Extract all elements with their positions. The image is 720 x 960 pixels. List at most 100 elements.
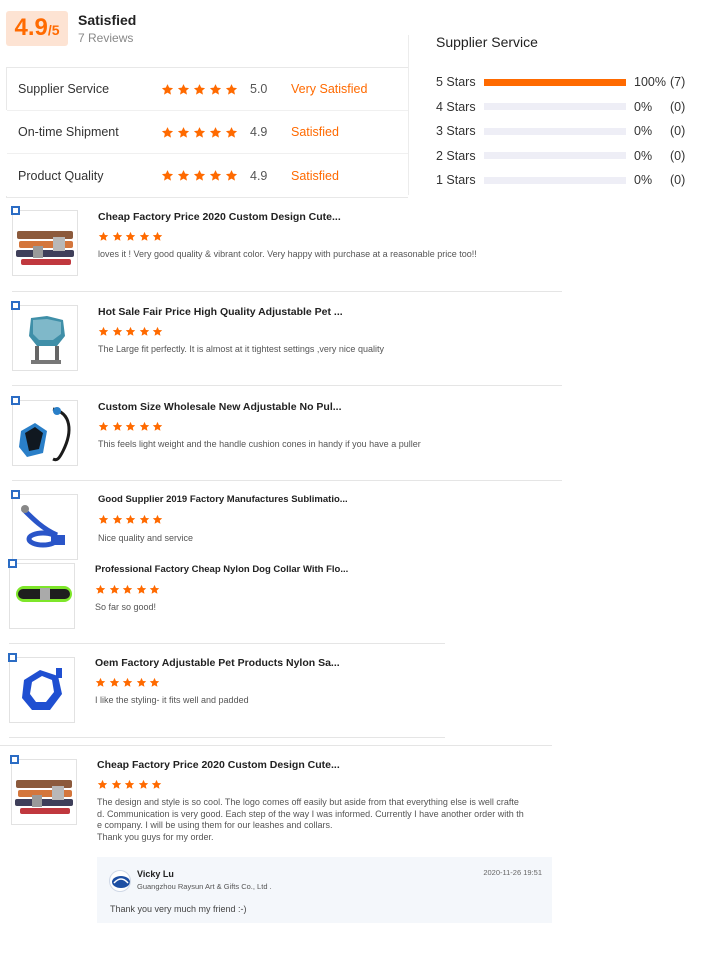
star-icon	[109, 584, 119, 594]
review-separator	[9, 643, 445, 644]
distribution-label: 5 Stars	[436, 75, 476, 90]
review-count: 7 Reviews	[78, 31, 134, 45]
overall-score-badge: 4.9 /5	[6, 11, 68, 46]
product-thumbnail[interactable]	[11, 759, 77, 825]
rating-score: 4.9	[250, 125, 268, 139]
review-text: I like the styling- it fits well and pad…	[95, 695, 249, 705]
distribution-bar-fill	[484, 78, 626, 86]
product-thumbnail[interactable]	[12, 305, 78, 371]
star-icon	[98, 421, 109, 431]
star-icon	[152, 326, 163, 336]
review-stars	[95, 677, 163, 688]
verified-badge-icon	[11, 206, 20, 215]
star-icon	[225, 170, 238, 181]
review-text: loves it ! Very good quality & vibrant c…	[98, 249, 477, 259]
star-icon	[139, 231, 149, 241]
star-icon	[109, 677, 119, 687]
review-item: Cheap Factory Price 2020 Custom Design C…	[11, 206, 562, 290]
distribution-percent: 0%	[634, 99, 653, 114]
reply-timestamp: 2020-11-26 19:51	[483, 868, 542, 877]
star-icon	[138, 779, 148, 789]
review-text-line: d. Communication is very good. Each step…	[97, 808, 524, 819]
distribution-bar	[484, 176, 626, 184]
star-icon	[112, 326, 122, 336]
star-icon	[139, 326, 149, 336]
verified-badge-icon	[11, 301, 20, 310]
product-thumbnail[interactable]	[9, 563, 75, 629]
product-thumbnail[interactable]	[12, 400, 78, 466]
star-icon	[125, 231, 136, 241]
distribution-label: 3 Stars	[436, 124, 476, 139]
review-stars	[98, 231, 166, 242]
distribution-bar	[484, 127, 626, 135]
star-icon	[98, 514, 109, 524]
distribution-bar	[484, 78, 626, 86]
product-thumbnail[interactable]	[12, 210, 78, 276]
distribution-count: (0)	[670, 99, 686, 114]
distribution-row: 2 Stars 0% (0)	[436, 144, 706, 169]
review-stars	[98, 326, 166, 337]
rating-score: 5.0	[250, 82, 268, 96]
star-icon	[122, 677, 133, 687]
product-thumbnail[interactable]	[12, 494, 78, 560]
star-icon	[161, 170, 174, 181]
verified-badge-icon	[8, 559, 17, 568]
review-product-title[interactable]: Cheap Factory Price 2020 Custom Design C…	[98, 211, 341, 223]
star-icon	[136, 584, 146, 594]
distribution-count: (7)	[670, 75, 686, 90]
distribution-count: (0)	[670, 124, 686, 139]
review-text-line: Thank you guys for my order.	[97, 831, 214, 842]
supplier-avatar	[109, 870, 131, 892]
distribution-row: 3 Stars 0% (0)	[436, 119, 706, 144]
verified-badge-icon	[8, 653, 17, 662]
review-separator	[12, 291, 562, 292]
rating-breakdown-table: Supplier Service 5.0 Very Satisfied On-t…	[6, 67, 408, 198]
star-icon	[225, 126, 238, 138]
review-item: Hot Sale Fair Price High Quality Adjusta…	[11, 301, 562, 385]
reply-text: Thank you very much my friend :-)	[110, 904, 247, 914]
rating-label: On-time Shipment	[18, 125, 119, 139]
star-icon	[152, 514, 163, 524]
distribution-row: 4 Stars 0% (0)	[436, 95, 706, 120]
star-icon	[177, 126, 190, 138]
review-text: The Large fit perfectly. It is almost at…	[98, 344, 384, 354]
review-product-title[interactable]: Professional Factory Cheap Nylon Dog Col…	[95, 564, 348, 575]
blue-harness-icon	[22, 668, 62, 710]
review-stars	[98, 514, 166, 525]
review-product-title[interactable]: Cheap Factory Price 2020 Custom Design C…	[97, 759, 340, 771]
leash-icon	[21, 505, 65, 548]
star-icon	[209, 126, 222, 138]
distribution-bar	[484, 152, 626, 160]
rating-text: Satisfied	[291, 125, 339, 139]
distribution-label: 4 Stars	[436, 99, 476, 114]
distribution-count: (0)	[670, 173, 686, 188]
star-icon	[124, 779, 135, 789]
review-product-title[interactable]: Hot Sale Fair Price High Quality Adjusta…	[98, 306, 343, 318]
review-text-line: e company. I will be using them for our …	[97, 820, 333, 830]
star-icon	[111, 779, 121, 789]
star-icon	[149, 677, 160, 687]
review-item: Professional Factory Cheap Nylon Dog Col…	[8, 559, 449, 633]
star-icon	[97, 779, 108, 789]
distribution-row: 5 Stars 100% (7)	[436, 70, 706, 95]
review-item: Oem Factory Adjustable Pet Products Nylo…	[8, 653, 449, 727]
review-separator	[12, 385, 562, 386]
review-product-title[interactable]: Custom Size Wholesale New Adjustable No …	[98, 401, 341, 413]
review-product-title[interactable]: Oem Factory Adjustable Pet Products Nylo…	[95, 657, 340, 669]
star-icon	[112, 421, 122, 431]
overall-score: 4.9	[14, 14, 48, 41]
star-icon	[125, 421, 136, 431]
rating-score: 4.9	[250, 168, 268, 183]
star-icon	[209, 83, 222, 95]
distribution-label: 1 Stars	[436, 173, 476, 188]
product-thumbnail[interactable]	[9, 657, 75, 723]
star-icon	[209, 170, 222, 181]
verified-badge-icon	[10, 755, 19, 764]
distribution-bar	[484, 103, 626, 111]
review-item: Cheap Factory Price 2020 Custom Design C…	[10, 755, 556, 849]
review-product-title[interactable]: Good Supplier 2019 Factory Manufactures …	[98, 494, 348, 505]
review-text: The design and style is so cool. The log…	[97, 797, 547, 843]
star-icon	[98, 231, 109, 241]
review-separator	[9, 737, 445, 738]
distribution-percent: 0%	[634, 124, 653, 139]
